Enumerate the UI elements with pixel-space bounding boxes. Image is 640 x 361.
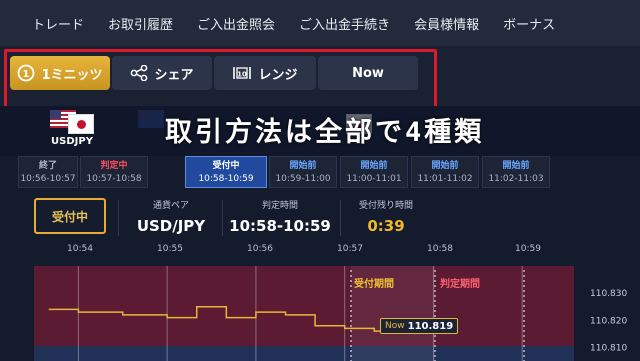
y-tick-label: 110.830 — [590, 289, 627, 299]
x-tick-label: 10:58 — [427, 244, 453, 254]
nav-trade[interactable]: トレード — [0, 14, 96, 33]
nav-deposit-procedure[interactable]: ご入出金手続き — [287, 14, 402, 33]
time-slot[interactable]: 開始前 11:02-11:03 — [482, 156, 550, 188]
accept-period-label: 受付期間 — [354, 277, 394, 290]
divider — [222, 200, 223, 236]
now-price-tag: Now 110.819 — [380, 318, 459, 334]
jp-flag-icon — [68, 114, 94, 134]
time-slot-selected[interactable]: 受付中 10:58-10:59 — [185, 156, 267, 188]
app-root: トレード お取引履歴 ご入出金照会 ご入出金手続き 会員様情報 ボーナス 1 1… — [0, 0, 640, 361]
x-tick-label: 10:56 — [247, 244, 273, 254]
time-slot[interactable]: 開始前 10:59-11:00 — [269, 156, 337, 188]
divider — [118, 200, 119, 236]
time-slot[interactable]: 終了 10:56-10:57 — [18, 156, 78, 188]
uk-flag-icon — [138, 110, 164, 128]
chart-svg: 受付期間 判定期間 110.830 110.820 110.810 — [34, 266, 627, 361]
y-tick-label: 110.820 — [590, 316, 627, 326]
nav-history[interactable]: お取引履歴 — [96, 14, 185, 33]
time-slot[interactable]: 開始前 11:00-11:01 — [340, 156, 408, 188]
pair-usdjpy[interactable]: USDJPY — [42, 110, 102, 147]
x-tick-label: 10:57 — [337, 244, 363, 254]
now-price: 110.819 — [407, 320, 454, 332]
highlight-box — [4, 49, 437, 110]
pair-code: USDJPY — [51, 136, 93, 147]
chart-background-lower — [34, 346, 574, 361]
time-slots: 終了 10:56-10:57 判定中 10:57-10:58 受付中 10:58… — [0, 156, 640, 190]
currency-pair-info: 通貨ペア USD/JPY — [136, 201, 206, 235]
price-chart: 10:54 10:55 10:56 10:57 10:58 10:59 受付期間… — [0, 244, 640, 361]
nav-member-info[interactable]: 会員様情報 — [402, 14, 491, 33]
x-tick-label: 10:54 — [67, 244, 93, 254]
trade-info-row: 受付中 通貨ペア USD/JPY 判定時間 10:58-10:59 受付残り時間… — [0, 192, 640, 248]
remaining-time-info: 受付残り時間 0:39 — [358, 201, 413, 235]
price-axis: 110.830 110.820 110.810 — [590, 289, 627, 353]
x-tick-label: 10:55 — [157, 244, 183, 254]
time-slot[interactable]: 判定中 10:57-10:58 — [80, 156, 148, 188]
judge-period-label: 判定期間 — [440, 277, 480, 290]
now-label: Now — [385, 321, 405, 331]
judge-time-info: 判定時間 10:58-10:59 — [229, 201, 331, 235]
banner-title: 取引方法は全部で4種類 — [165, 117, 485, 148]
y-tick-label: 110.810 — [590, 343, 627, 353]
top-nav: トレード お取引履歴 ご入出金照会 ご入出金手続き 会員様情報 ボーナス — [0, 0, 640, 46]
nav-deposit-inquiry[interactable]: ご入出金照会 — [185, 14, 287, 33]
nav-bonus[interactable]: ボーナス — [491, 14, 567, 33]
divider — [340, 200, 341, 236]
accepting-status-button[interactable]: 受付中 — [34, 198, 106, 234]
chart-background-upper — [34, 266, 574, 346]
x-tick-label: 10:59 — [515, 244, 541, 254]
time-slot[interactable]: 開始前 11:01-11:02 — [411, 156, 479, 188]
